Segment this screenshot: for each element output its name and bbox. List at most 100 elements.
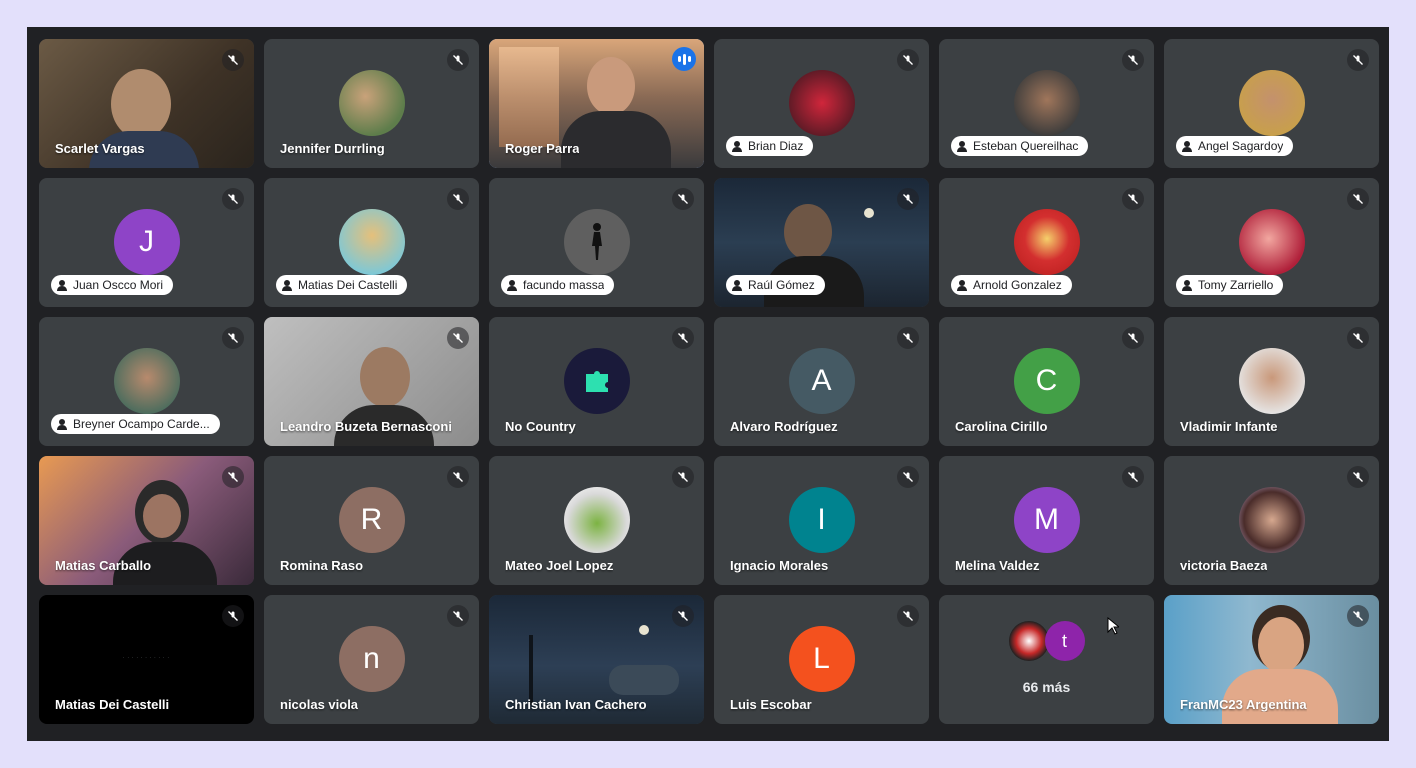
participant-tile[interactable]: Leandro Buzeta Bernasconi bbox=[264, 317, 479, 446]
mic-off-icon bbox=[1347, 466, 1369, 488]
mic-off-icon bbox=[897, 466, 919, 488]
participant-name: Luis Escobar bbox=[730, 697, 812, 712]
participant-tile[interactable]: I Ignacio Morales bbox=[714, 456, 929, 585]
participant-tile[interactable]: facundo massa bbox=[489, 178, 704, 307]
participant-tile[interactable]: victoria Baeza bbox=[1164, 456, 1379, 585]
mic-off-icon bbox=[222, 188, 244, 210]
avatar: L bbox=[788, 626, 855, 692]
mic-off-icon bbox=[1122, 188, 1144, 210]
participant-tile[interactable]: Mateo Joel Lopez bbox=[489, 456, 704, 585]
participant-name: Matias Carballo bbox=[55, 558, 152, 573]
participant-name: Matias Dei Castelli bbox=[55, 697, 170, 712]
avatar bbox=[788, 70, 855, 136]
name-pill: Angel Sagardoy bbox=[1176, 136, 1294, 156]
mini-avatar: t bbox=[1044, 621, 1085, 661]
avatar: M bbox=[1013, 487, 1080, 553]
name-pill: Juan Oscco Mori bbox=[51, 275, 174, 295]
participant-tile[interactable]: FranMC23 Argentina bbox=[1164, 595, 1379, 724]
participant-tile[interactable]: Vladimir Infante bbox=[1164, 317, 1379, 446]
avatar bbox=[563, 209, 630, 275]
more-participants-label: 66 más bbox=[1022, 679, 1071, 695]
mic-off-icon bbox=[1347, 605, 1369, 627]
participant-tile[interactable]: · · · · · · · · · · · Matias Dei Castell… bbox=[39, 595, 254, 724]
avatar bbox=[1238, 70, 1305, 136]
participant-name: Matias Dei Castelli bbox=[298, 278, 398, 292]
avatar-letter: L bbox=[813, 642, 830, 675]
participant-tile[interactable]: R Romina Raso bbox=[264, 456, 479, 585]
screen-text: · · · · · · · · · · · bbox=[123, 655, 170, 660]
mic-off-icon bbox=[447, 605, 469, 627]
name-pill: Raúl Gómez bbox=[726, 275, 825, 295]
participant-tile[interactable]: n nicolas viola bbox=[264, 595, 479, 724]
mic-off-icon bbox=[897, 605, 919, 627]
participant-name: Tomy Zarriello bbox=[1198, 278, 1274, 292]
participant-name: victoria Baeza bbox=[1180, 558, 1268, 573]
mic-off-icon bbox=[897, 327, 919, 349]
name-pill: Breyner Ocampo Carde... bbox=[51, 414, 220, 434]
mic-off-icon bbox=[447, 327, 469, 349]
participant-tile[interactable]: Raúl Gómez bbox=[714, 178, 929, 307]
participant-name: Raúl Gómez bbox=[748, 278, 815, 292]
participant-name: Leandro Buzeta Bernasconi bbox=[280, 419, 452, 434]
person-icon bbox=[957, 141, 967, 152]
person-icon bbox=[1182, 280, 1192, 291]
name-pill: Esteban Quereilhac bbox=[951, 136, 1089, 156]
participant-tile[interactable]: Roger Parra bbox=[489, 39, 704, 168]
participant-tile[interactable]: No Country bbox=[489, 317, 704, 446]
avatar bbox=[338, 70, 405, 136]
participant-tile[interactable]: Brian Diaz bbox=[714, 39, 929, 168]
avatar-letter: I bbox=[817, 503, 826, 536]
participant-tile[interactable]: Scarlet Vargas bbox=[39, 39, 254, 168]
person-icon bbox=[282, 280, 292, 291]
avatar: A bbox=[788, 348, 855, 414]
avatar-letter: t bbox=[1061, 630, 1067, 651]
participant-name: nicolas viola bbox=[280, 697, 359, 712]
avatar: I bbox=[788, 487, 855, 553]
participant-tile[interactable]: Angel Sagardoy bbox=[1164, 39, 1379, 168]
participant-tile[interactable]: Jennifer Durrling bbox=[264, 39, 479, 168]
mouse-cursor-icon bbox=[1107, 616, 1121, 640]
meeting-window: Scarlet Vargas Jennifer Durrling Roger P… bbox=[27, 27, 1389, 741]
mic-off-icon bbox=[672, 188, 694, 210]
participant-name: Romina Raso bbox=[280, 558, 364, 573]
person-icon bbox=[507, 280, 517, 291]
participant-name: Angel Sagardoy bbox=[1198, 139, 1284, 153]
participant-tile[interactable]: Christian Ivan Cachero bbox=[489, 595, 704, 724]
participant-name: Alvaro Rodríguez bbox=[730, 419, 838, 434]
participant-name: Esteban Quereilhac bbox=[973, 139, 1079, 153]
person-icon bbox=[732, 280, 742, 291]
name-pill: Tomy Zarriello bbox=[1176, 275, 1284, 295]
participant-grid: Scarlet Vargas Jennifer Durrling Roger P… bbox=[39, 39, 1379, 724]
participant-name: Melina Valdez bbox=[955, 558, 1040, 573]
participant-tile[interactable]: Esteban Quereilhac bbox=[939, 39, 1154, 168]
participant-name: Christian Ivan Cachero bbox=[505, 697, 647, 712]
avatar: C bbox=[1013, 348, 1080, 414]
mic-off-icon bbox=[1122, 327, 1144, 349]
participant-tile[interactable]: M Melina Valdez bbox=[939, 456, 1154, 585]
avatar-letter: M bbox=[1034, 503, 1059, 536]
participant-tile[interactable]: A Alvaro Rodríguez bbox=[714, 317, 929, 446]
name-pill: Brian Diaz bbox=[726, 136, 814, 156]
name-pill: facundo massa bbox=[501, 275, 615, 295]
participant-name: Breyner Ocampo Carde... bbox=[73, 417, 210, 431]
participant-tile[interactable]: J Juan Oscco Mori bbox=[39, 178, 254, 307]
mic-off-icon bbox=[672, 605, 694, 627]
participant-tile[interactable]: Matias Carballo bbox=[39, 456, 254, 585]
participant-tile[interactable]: Matias Dei Castelli bbox=[264, 178, 479, 307]
more-participants-tile[interactable]: t 66 más bbox=[939, 595, 1154, 724]
participant-tile[interactable]: Breyner Ocampo Carde... bbox=[39, 317, 254, 446]
participant-name: No Country bbox=[505, 419, 576, 434]
mic-off-icon bbox=[222, 327, 244, 349]
participant-tile[interactable]: C Carolina Cirillo bbox=[939, 317, 1154, 446]
participant-tile[interactable]: Arnold Gonzalez bbox=[939, 178, 1154, 307]
participant-name: Brian Diaz bbox=[748, 139, 804, 153]
participant-tile[interactable]: L Luis Escobar bbox=[714, 595, 929, 724]
person-icon bbox=[57, 419, 67, 430]
participant-name: Jennifer Durrling bbox=[280, 141, 385, 156]
mini-avatar bbox=[1008, 621, 1049, 661]
person-icon bbox=[1182, 141, 1192, 152]
participant-name: Ignacio Morales bbox=[730, 558, 829, 573]
avatar-letter: A bbox=[811, 364, 832, 397]
participant-name: Arnold Gonzalez bbox=[973, 278, 1062, 292]
participant-tile[interactable]: Tomy Zarriello bbox=[1164, 178, 1379, 307]
